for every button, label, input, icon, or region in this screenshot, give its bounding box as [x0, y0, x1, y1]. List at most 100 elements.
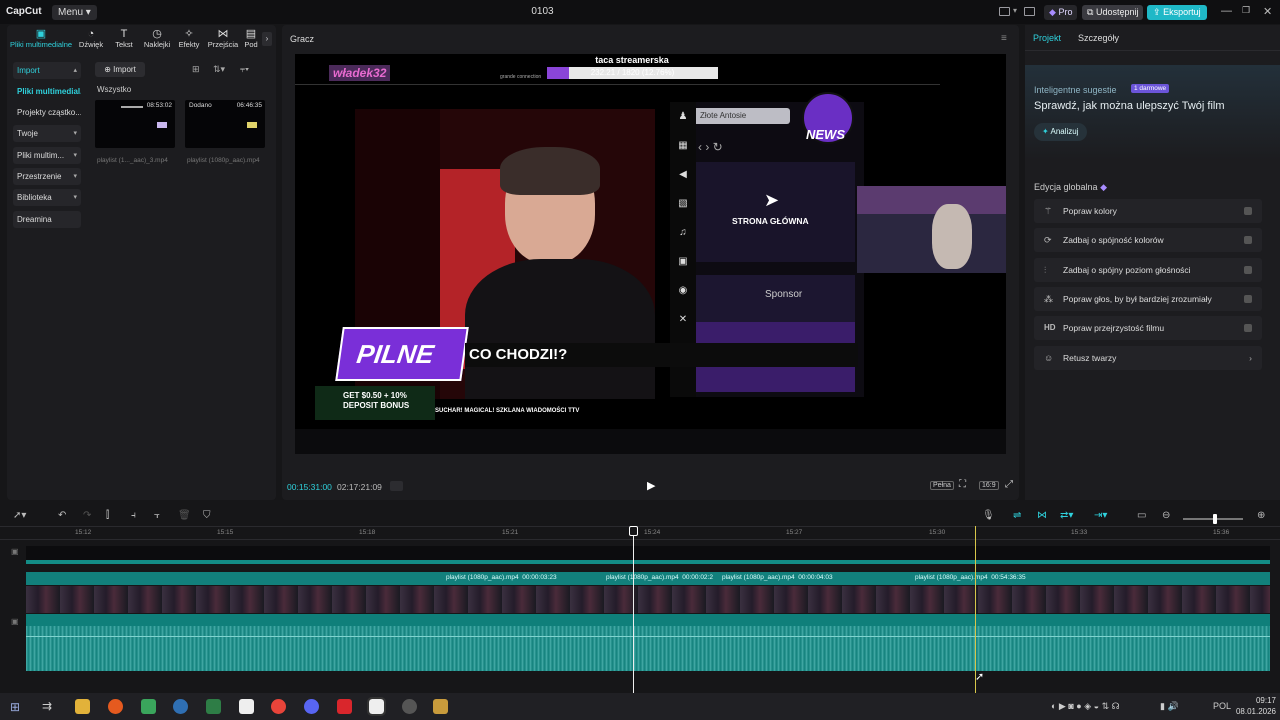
aspect-ratio-select[interactable]: 16:9	[979, 481, 999, 490]
tab-stickers[interactable]: ◷ Naklejki	[141, 28, 173, 49]
global-item-color-consistency[interactable]: ⟳ Zadbaj o spójność kolorów	[1034, 228, 1262, 252]
audio-track-thin[interactable]	[26, 560, 1270, 564]
toggle-icon[interactable]	[1244, 266, 1252, 274]
playhead[interactable]	[629, 526, 638, 693]
tab-transitions[interactable]: ⋈ Przejścia	[206, 28, 240, 49]
share-button[interactable]: ⧉ Udostępnij	[1082, 5, 1144, 20]
filter-icon[interactable]: ⫧▾	[240, 64, 249, 75]
quality-select[interactable]: Pełna	[930, 481, 954, 490]
app-shield-icon[interactable]	[141, 699, 156, 714]
player-menu-icon[interactable]: ≡	[1001, 33, 1007, 44]
zoom-slider[interactable]	[1183, 514, 1243, 524]
tab-audio[interactable]: ◔ Dźwięk	[77, 28, 105, 49]
firefox-icon[interactable]	[108, 699, 123, 714]
timecode-toggle-icon[interactable]	[390, 481, 403, 491]
sidebar-item-subprojects[interactable]: Projekty cząstko...	[13, 104, 81, 121]
tab-media[interactable]: ▣ Pliki multimedialne	[9, 28, 73, 49]
app-green-icon[interactable]	[206, 699, 221, 714]
tab-text[interactable]: T Tekst	[111, 28, 137, 49]
app-blue-icon[interactable]	[173, 699, 188, 714]
capcut-active-icon[interactable]	[367, 697, 386, 716]
tabs-scroll-right-icon[interactable]: ›	[262, 32, 272, 46]
audio-track-icon[interactable]: ▣	[11, 617, 19, 626]
marker-icon[interactable]: ⛉	[203, 510, 211, 521]
import-button[interactable]: ⊕ Import	[95, 62, 145, 77]
windows-start-icon[interactable]: ⊞	[10, 700, 20, 714]
maximize-icon[interactable]: ❐	[1242, 5, 1250, 16]
zoom-slider-handle[interactable]	[1213, 514, 1217, 524]
zoom-out-icon[interactable]: ⊖	[1162, 510, 1170, 521]
close-icon[interactable]: ✕	[1263, 5, 1272, 18]
sidebar-item-yours[interactable]: Twoje ▾	[13, 125, 81, 142]
zoom-in-icon[interactable]: ⊕	[1257, 510, 1265, 521]
league-icon[interactable]	[433, 699, 448, 714]
minimize-icon[interactable]: —	[1221, 5, 1232, 17]
redo-icon[interactable]: ↷	[83, 510, 91, 521]
delete-icon[interactable]: 🗑	[178, 510, 191, 521]
media-clip-thumbnail[interactable]: Dodano 06:46:35	[185, 100, 265, 148]
network-icon[interactable]: ▮ 🔊	[1160, 701, 1179, 712]
split-right-icon[interactable]: ⫟	[154, 510, 160, 521]
magnet-icon[interactable]: ⋈	[1037, 510, 1047, 521]
audio-clip[interactable]	[26, 614, 1270, 671]
analyze-button[interactable]: ✦ Analizuj	[1034, 123, 1087, 141]
toggle-icon[interactable]	[1244, 236, 1252, 244]
captions-toggle-icon[interactable]: ▭	[1137, 510, 1146, 521]
toggle-icon[interactable]	[1244, 295, 1252, 303]
sort-icon[interactable]: ⇅▾	[213, 64, 225, 75]
playhead-handle[interactable]	[629, 526, 638, 536]
sidebar-item-local-media[interactable]: Pliki multimedial...	[13, 83, 81, 100]
pro-button[interactable]: ◆ Pro	[1044, 5, 1078, 20]
discord-icon[interactable]	[304, 699, 319, 714]
chrome-icon[interactable]	[271, 699, 286, 714]
global-item-volume[interactable]: ⫶ Zadbaj o spójny poziom głośności	[1034, 258, 1262, 282]
tray-icons[interactable]: ◐ ▶ ◙ ● ◈ ◒ ⇅ ☊	[1051, 701, 1120, 712]
clock-time[interactable]: 09:17	[1238, 696, 1276, 705]
capcut-icon[interactable]	[239, 699, 254, 714]
play-icon[interactable]: ▶	[647, 479, 655, 492]
fullscreen-icon[interactable]: ⤢	[1005, 479, 1013, 490]
video-preview[interactable]: władek32 taca streamerska grande connect…	[295, 54, 1006, 454]
toggle-icon[interactable]	[1244, 207, 1252, 215]
clock-date[interactable]: 08.01.2026	[1230, 707, 1276, 716]
analyze-label: Analizuj	[1050, 127, 1079, 136]
snap-icon[interactable]: ⇄▾	[1060, 510, 1073, 521]
layout-icon[interactable]	[999, 7, 1010, 16]
global-item-face-retouch[interactable]: ☺ Retusz twarzy ›	[1034, 346, 1262, 370]
app-gray-icon[interactable]	[402, 699, 417, 714]
app-red-icon[interactable]	[337, 699, 352, 714]
tab-captions[interactable]: ▤ Pod	[242, 28, 260, 49]
sidebar-item-dreamina[interactable]: Dreamina	[13, 211, 81, 228]
sidebar-item-spaces[interactable]: Przestrzenie ▾	[13, 168, 81, 185]
export-button[interactable]: ⇪ Eksportuj	[1147, 5, 1207, 20]
undo-icon[interactable]: ↶	[58, 510, 66, 521]
global-item-voice[interactable]: ⁂ Popraw głos, by był bardziej zrozumiały	[1034, 287, 1262, 311]
split-icon[interactable]: ⫿	[106, 510, 109, 521]
global-item-clarity[interactable]: HD Popraw przejrzystość filmu	[1034, 316, 1262, 340]
preview-axis-icon[interactable]: ⇥▾	[1094, 510, 1107, 521]
filter-all-label: Wszystko	[97, 85, 132, 94]
tab-project[interactable]: Projekt	[1033, 33, 1061, 43]
export-icon: ⇪	[1153, 7, 1161, 17]
link-icon[interactable]: ⇌	[1013, 510, 1021, 521]
video-clip-filmstrip[interactable]	[26, 586, 1270, 613]
shortcuts-icon[interactable]	[1024, 7, 1035, 16]
sidebar-item-media-files[interactable]: Pliki multim... ▾	[13, 147, 81, 164]
language-indicator[interactable]: POL	[1213, 701, 1231, 711]
sidebar-item-library[interactable]: Biblioteka ▾	[13, 189, 81, 206]
task-view-icon[interactable]: ⇉	[42, 699, 52, 713]
fit-screen-icon[interactable]: ⛶	[959, 479, 966, 490]
sidebar-item-import[interactable]: Import ▴	[13, 62, 81, 79]
microphone-icon[interactable]: 🎙	[982, 510, 995, 521]
media-clip-thumbnail[interactable]: 08:53:02	[95, 100, 175, 148]
track-lock-icon[interactable]: ▣	[11, 547, 19, 556]
select-tool-icon[interactable]: ➚▾	[13, 510, 26, 521]
tab-details[interactable]: Szczegóły	[1078, 33, 1119, 43]
toggle-icon[interactable]	[1244, 324, 1252, 332]
split-left-icon[interactable]: ⫞	[131, 510, 136, 521]
chevron-down-icon[interactable]: ▾	[1013, 6, 1017, 15]
grid-view-icon[interactable]: ⊞	[192, 64, 200, 75]
tab-effects[interactable]: ✧ Efekty	[176, 28, 202, 49]
global-item-colors[interactable]: ⚚ Popraw kolory	[1034, 199, 1262, 223]
file-explorer-icon[interactable]	[75, 699, 90, 714]
